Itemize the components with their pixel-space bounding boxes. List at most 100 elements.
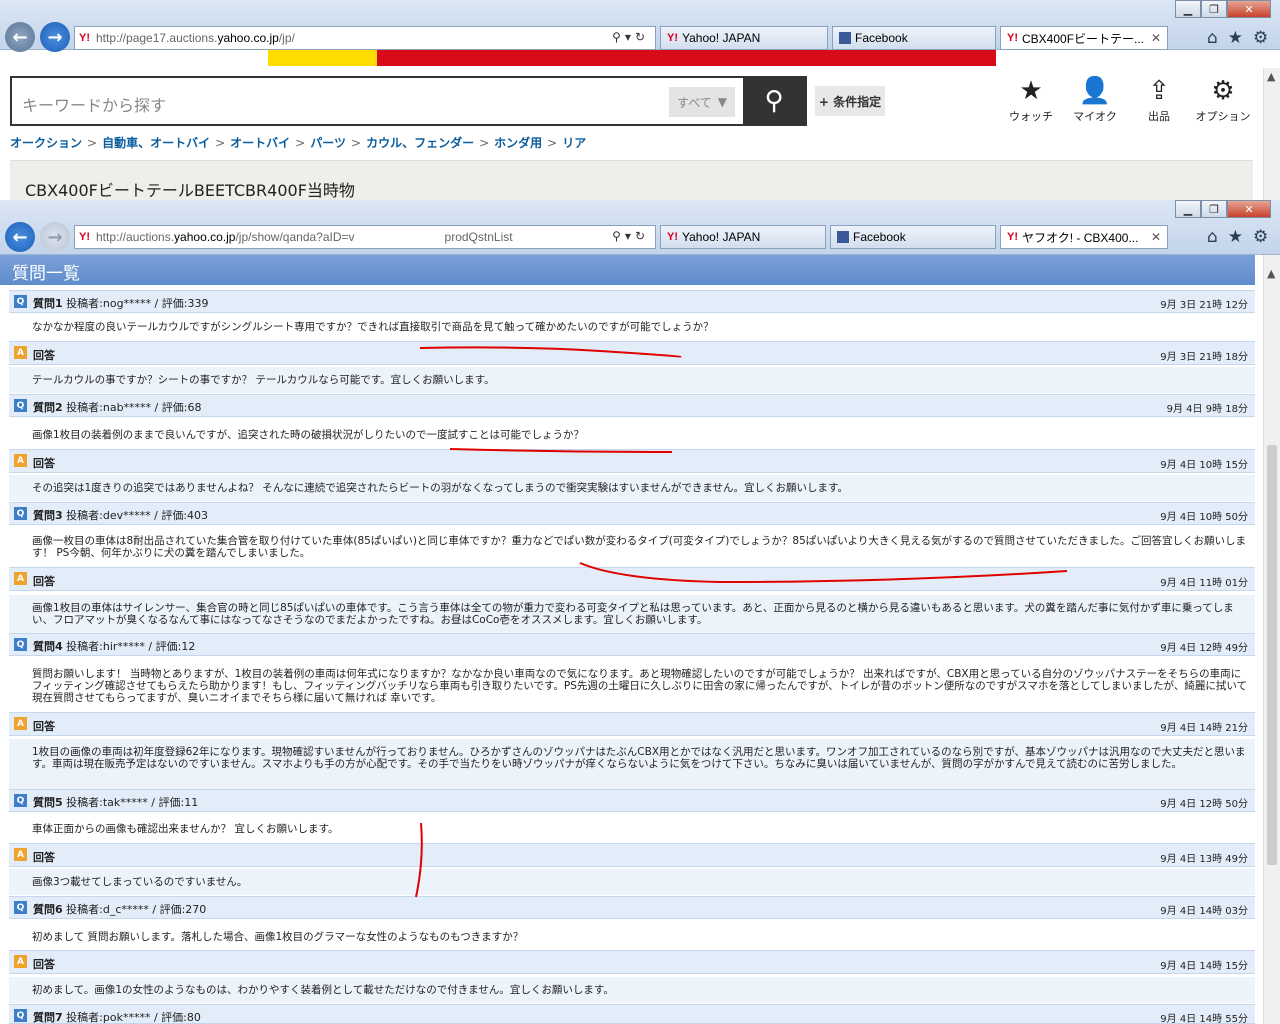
poster-info: 投稿者:d_c***** / 評価:270 — [66, 903, 207, 916]
category-select[interactable]: すべて ▼ — [669, 87, 735, 117]
close-tab-icon[interactable]: ✕ — [1151, 31, 1161, 45]
tab-facebook[interactable]: Facebook — [832, 26, 996, 50]
maximize-button[interactable]: ❐ — [1201, 200, 1227, 218]
address-bar[interactable]: Y! http://page17.auctions. yahoo.co.jp/jp… — [74, 26, 656, 50]
scroll-up-icon[interactable]: ▲ — [1267, 70, 1275, 83]
poster-info: 投稿者:pok***** / 評価:80 — [66, 1011, 201, 1024]
question-icon: Q — [14, 901, 27, 914]
scroll-thumb[interactable] — [1267, 445, 1277, 865]
forward-button[interactable]: → — [40, 222, 70, 252]
window-controls-1: ▁ ❐ ✕ — [1175, 0, 1271, 18]
gear-icon[interactable]: ⚙ — [1253, 28, 1268, 48]
tab-yahuoku[interactable]: Y! ヤフオク! - CBX400... ✕ — [1000, 225, 1168, 249]
breadcrumb-item[interactable]: オークション — [10, 136, 82, 150]
breadcrumb-item[interactable]: カウル、フェンダー — [366, 136, 474, 150]
answer-label: 回答 — [33, 349, 55, 362]
breadcrumb: オークション > 自動車、オートバイ > オートバイ > パーツ > カウル、フェンダー > ホンダ… — [10, 136, 587, 150]
question-date: 9月 4日 10時 50分 — [1160, 512, 1248, 523]
scrollbar-1[interactable]: ▲ — [1263, 68, 1280, 200]
minimize-button[interactable]: ▁ — [1175, 0, 1201, 18]
back-button[interactable]: ← — [5, 222, 35, 252]
url-prefix: http://auctions. — [96, 230, 175, 244]
tab-label: Yahoo! JAPAN — [682, 230, 761, 244]
question-meta: 質問5 投稿者:tak***** / 評価:11 — [33, 794, 198, 810]
scroll-up-icon[interactable]: ▲ — [1267, 267, 1275, 280]
answer-body: 1枚目の画像の車両は初年度登録62年になります。現物確認すいませんが行っておりま… — [9, 739, 1255, 789]
scrollbar-2[interactable]: ▲ — [1263, 255, 1280, 1024]
answer-label: 回答 — [33, 457, 55, 470]
question-label: 質問7 — [33, 1011, 63, 1024]
forward-button[interactable]: → — [40, 22, 70, 52]
poster-info: 投稿者:nab***** / 評価:68 — [66, 401, 202, 414]
answer-date: 9月 4日 14時 21分 — [1160, 723, 1248, 734]
breadcrumb-item[interactable]: パーツ — [310, 136, 346, 150]
url-tail: prodQstnList — [444, 230, 513, 244]
address-bar[interactable]: Y! http://auctions. yahoo.co.jp/jp/show/q… — [74, 225, 656, 249]
maximize-button[interactable]: ❐ — [1201, 0, 1227, 18]
yahoo-favicon: Y! — [667, 231, 678, 243]
answer-text: テールカウルの事ですか？シートの事ですか？ テールカウルなら可能です。宜しくお願… — [32, 374, 495, 386]
question-label: 質問4 — [33, 640, 63, 653]
search-refresh-icons[interactable]: ⚲▾↻ — [612, 229, 649, 243]
gear-icon[interactable]: ⚙ — [1253, 227, 1268, 247]
answer-text: 初めまして。画像1の女性のようなものは、わかりやすく装着例として載せただけなので… — [32, 984, 614, 996]
question-date: 9月 4日 12時 50分 — [1160, 799, 1248, 810]
sell-button[interactable]: ⇪ 出品 — [1129, 74, 1189, 124]
home-icon[interactable]: ⌂ — [1207, 28, 1218, 48]
options-button[interactable]: ⚙ オプション — [1193, 74, 1253, 124]
answer-icon: A — [14, 717, 27, 730]
answer-text: 1枚目の画像の車両は初年度登録62年になります。現物確認すいませんが行っておりま… — [32, 746, 1246, 770]
answer-label-wrap: 回答 — [33, 573, 55, 589]
tab-label: ヤフオク! - CBX400... — [1022, 230, 1139, 245]
tab-yahoo-japan[interactable]: Y! Yahoo! JAPAN — [660, 26, 828, 50]
question-header: Q 質問7 投稿者:pok***** / 評価:80 9月 4日 14時 55分 — [9, 1004, 1255, 1024]
myauction-button[interactable]: 👤 マイオク — [1065, 74, 1125, 124]
tab-label: Facebook — [855, 31, 908, 45]
question-body: 質問お願いします！ 当時物とありますが、1枚目の装着例の車両は何年式になりますか… — [9, 660, 1255, 712]
breadcrumb-item[interactable]: ホンダ用 — [494, 136, 542, 150]
answer-label-wrap: 回答 — [33, 718, 55, 734]
question-label: 質問5 — [33, 796, 63, 809]
category-label: すべて — [677, 95, 712, 110]
answer-date: 9月 4日 11時 01分 — [1160, 578, 1248, 589]
tab-cbx400f[interactable]: Y! CBX400Fビートテー... ✕ — [1000, 26, 1168, 50]
search-refresh-icons[interactable]: ⚲▾↻ — [612, 30, 649, 44]
breadcrumb-item[interactable]: 自動車、オートバイ — [102, 136, 210, 150]
answer-icon: A — [14, 848, 27, 861]
breadcrumb-item[interactable]: リア — [562, 136, 586, 150]
poster-info: 投稿者:hir***** / 評価:12 — [66, 640, 196, 653]
answer-icon: A — [14, 346, 27, 359]
tab-yahoo-japan[interactable]: Y! Yahoo! JAPAN — [660, 225, 826, 249]
tab-facebook[interactable]: Facebook — [830, 225, 996, 249]
question-meta: 質問2 投稿者:nab***** / 評価:68 — [33, 399, 201, 415]
close-button[interactable]: ✕ — [1227, 0, 1271, 18]
question-icon: Q — [14, 507, 27, 520]
yahoo-favicon: Y! — [667, 32, 678, 44]
search-input[interactable]: キーワードから探す — [22, 92, 166, 116]
answer-header: A 回答 9月 4日 10時 15分 — [9, 449, 1255, 473]
breadcrumb-item[interactable]: オートバイ — [230, 136, 290, 150]
person-icon: 👤 — [1078, 76, 1112, 106]
question-header: Q 質問2 投稿者:nab***** / 評価:68 9月 4日 9時 18分 — [9, 394, 1255, 417]
star-icon[interactable]: ★ — [1228, 227, 1243, 247]
watch-button[interactable]: ★ ウォッチ — [1001, 74, 1061, 124]
home-icon[interactable]: ⌂ — [1207, 227, 1218, 247]
search-button[interactable]: ⚲ — [743, 78, 805, 124]
back-button[interactable]: ← — [5, 22, 35, 52]
answer-header: A 回答 9月 4日 13時 49分 — [9, 843, 1255, 867]
yahoo-favicon: Y! — [1007, 231, 1018, 243]
question-body: なかなか程度の良いテールカウルですがシングルシート専用ですか？できれば直接取引で… — [9, 313, 1255, 339]
ad-banner[interactable] — [268, 50, 996, 66]
advanced-search-button[interactable]: + 条件指定 — [815, 86, 885, 116]
close-button[interactable]: ✕ — [1227, 200, 1271, 218]
question-icon: Q — [14, 295, 27, 308]
url-domain: yahoo.co.jp — [217, 31, 279, 45]
upload-icon: ⇪ — [1148, 76, 1170, 106]
minimize-button[interactable]: ▁ — [1175, 200, 1201, 218]
answer-header: A 回答 9月 3日 21時 18分 — [9, 341, 1255, 365]
question-label: 質問3 — [33, 509, 63, 522]
answer-label: 回答 — [33, 851, 55, 864]
star-icon[interactable]: ★ — [1228, 28, 1243, 48]
question-date: 9月 4日 14時 03分 — [1160, 906, 1248, 917]
close-tab-icon[interactable]: ✕ — [1151, 230, 1161, 244]
